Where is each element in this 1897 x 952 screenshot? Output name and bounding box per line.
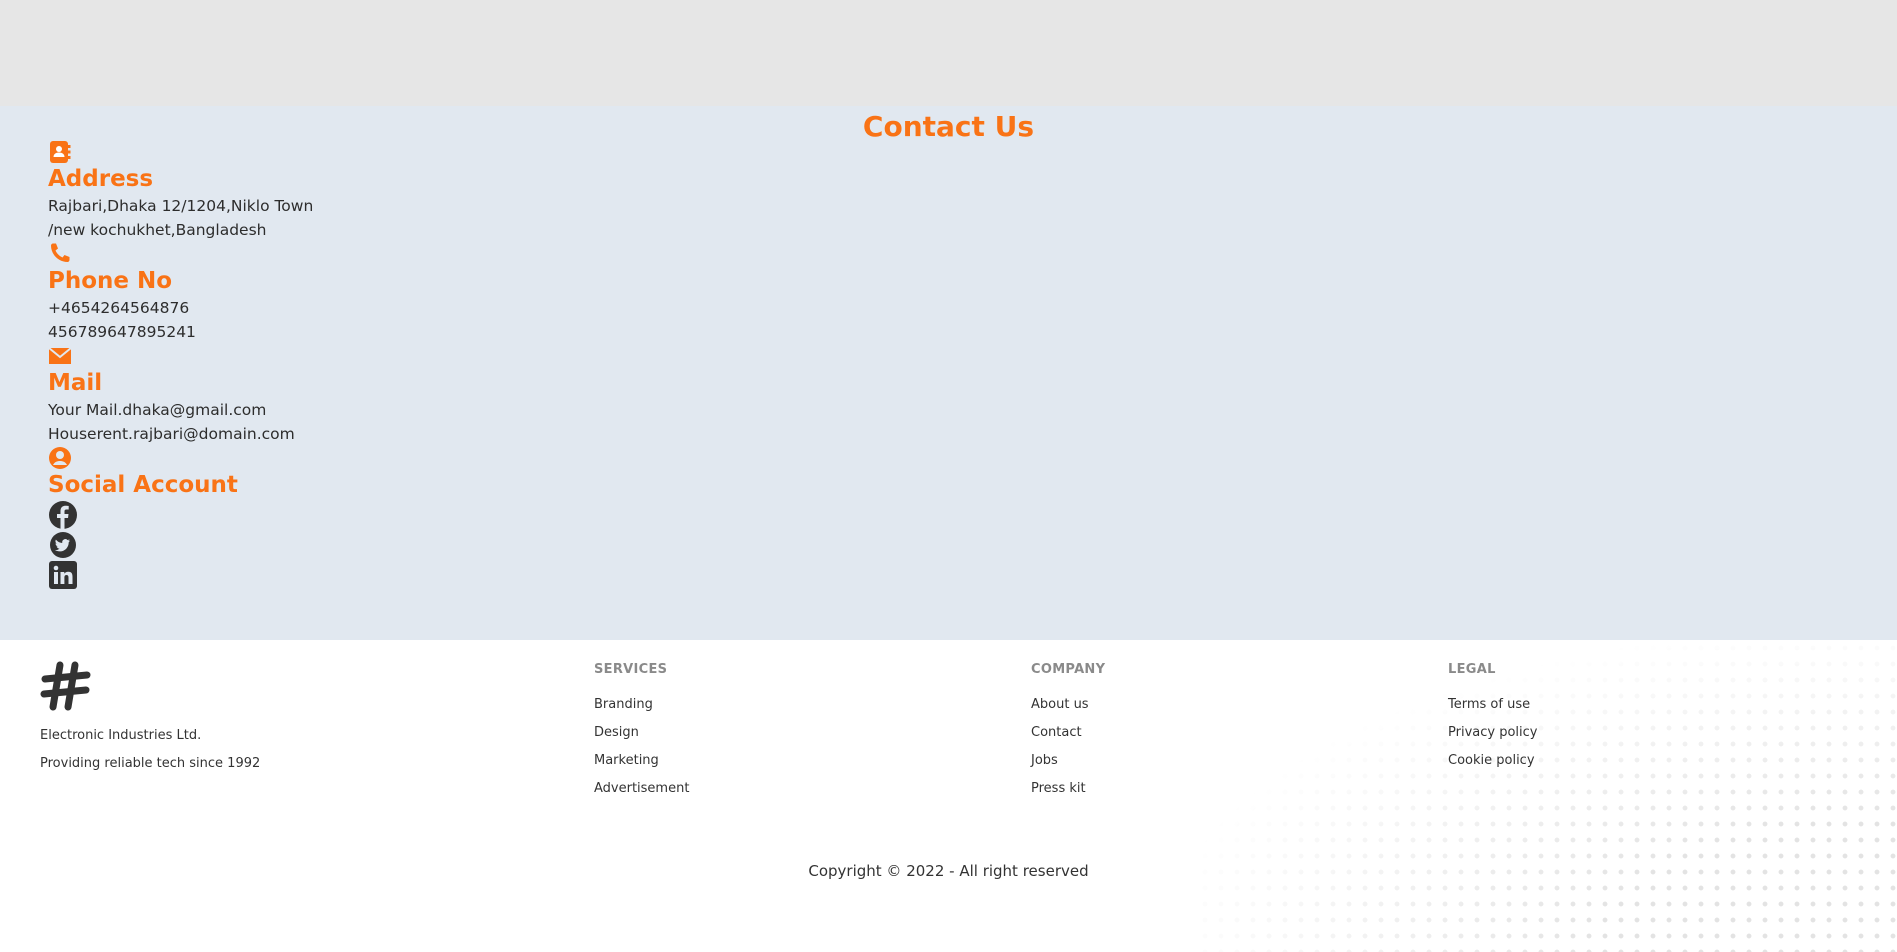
services-column: SERVICES Branding Design Marketing Adver… [594, 662, 689, 803]
twitter-icon [50, 532, 76, 558]
footer-link-marketing[interactable]: Marketing [594, 747, 689, 775]
linkedin-link[interactable] [48, 560, 78, 590]
company-tagline: Providing reliable tech since 1992 [40, 756, 261, 771]
address-line: Rajbari,Dhaka 12/1204,Niklo Town [48, 197, 314, 215]
phone-heading: Phone No [48, 268, 173, 294]
twitter-link[interactable] [48, 530, 78, 560]
legal-heading: LEGAL [1448, 662, 1496, 677]
footer-link-privacy[interactable]: Privacy policy [1448, 719, 1537, 747]
contact-title: Contact Us [862, 110, 1035, 143]
address-book-icon [50, 141, 71, 163]
phone-number: 456789647895241 [48, 323, 196, 341]
footer-link-press-kit[interactable]: Press kit [1031, 775, 1105, 803]
mail-address: Houserent.rajbari@domain.com [48, 425, 295, 443]
dot-pattern-decoration [1197, 640, 1897, 952]
company-name: Electronic Industries Ltd. [40, 728, 202, 743]
social-heading: Social Account [48, 472, 238, 498]
footer-link-terms[interactable]: Terms of use [1448, 691, 1537, 719]
envelope-icon [48, 347, 72, 364]
hashtag-logo-icon [40, 661, 91, 711]
mail-heading: Mail [48, 370, 103, 396]
mail-address: Your Mail.dhaka@gmail.com [48, 401, 267, 419]
footer-link-advertisement[interactable]: Advertisement [594, 775, 689, 803]
social-block: Social Account [48, 446, 1849, 590]
footer-link-jobs[interactable]: Jobs [1031, 747, 1105, 775]
copyright-text: Copyright © 2022 - All right reserved [808, 862, 1089, 880]
user-circle-icon [49, 447, 71, 469]
footer-brand: Electronic Industries Ltd. Providing rel… [40, 660, 260, 778]
top-band [0, 0, 1897, 106]
mail-block: Mail Your Mail.dhaka@gmail.com Houserent… [48, 344, 1849, 446]
contact-section: Contact Us Address Rajbari,Dhaka 12/1204… [0, 106, 1897, 640]
phone-number: +4654264564876 [48, 299, 190, 317]
footer-link-contact[interactable]: Contact [1031, 719, 1105, 747]
footer-link-cookie[interactable]: Cookie policy [1448, 747, 1537, 775]
services-heading: SERVICES [594, 662, 668, 677]
footer-link-branding[interactable]: Branding [594, 691, 689, 719]
address-line: /new kochukhet,Bangladesh [48, 221, 267, 239]
address-block: Address Rajbari,Dhaka 12/1204,Niklo Town… [48, 140, 1849, 242]
legal-column: LEGAL Terms of use Privacy policy Cookie… [1448, 662, 1537, 775]
linkedin-icon [49, 561, 77, 589]
facebook-icon [49, 501, 77, 529]
phone-icon [51, 243, 70, 262]
site-footer: Electronic Industries Ltd. Providing rel… [0, 640, 1897, 952]
company-column: COMPANY About us Contact Jobs Press kit [1031, 662, 1105, 803]
facebook-link[interactable] [48, 500, 78, 530]
company-heading: COMPANY [1031, 662, 1106, 677]
footer-link-about[interactable]: About us [1031, 691, 1105, 719]
address-heading: Address [48, 166, 154, 192]
phone-block: Phone No +4654264564876 456789647895241 [48, 242, 1849, 344]
footer-link-design[interactable]: Design [594, 719, 689, 747]
